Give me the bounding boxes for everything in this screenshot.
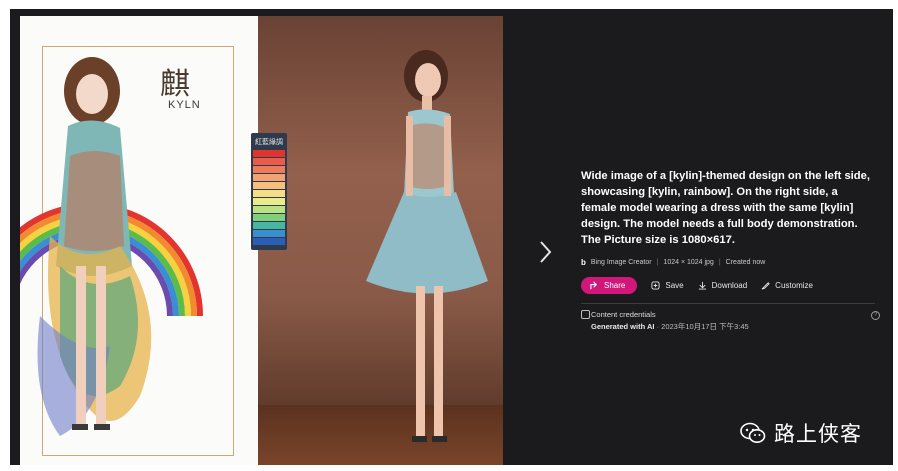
customize-icon: [761, 282, 770, 290]
save-button[interactable]: Save: [651, 281, 684, 290]
color-swatch: [253, 238, 285, 245]
wechat-icon: [740, 422, 766, 443]
color-swatch: [253, 174, 285, 181]
kylin-kanji: 麒: [160, 67, 190, 102]
help-icon[interactable]: ?: [871, 311, 880, 320]
image-details-panel: Wide image of a [kylin]-themed design on…: [581, 168, 881, 334]
watermark: 路上侠客: [740, 418, 862, 448]
credentials-timestamp: 2023年10月17日 下午3:45: [661, 322, 749, 331]
chevron-right-icon[interactable]: [534, 237, 556, 267]
generated-label: Generated with AI: [591, 322, 655, 331]
customize-label: Customize: [775, 281, 813, 290]
color-swatch-panel: 紅藍綠調: [251, 133, 287, 250]
model-illustration: [366, 50, 488, 442]
share-button[interactable]: Share: [581, 277, 638, 294]
save-icon: [651, 281, 660, 290]
rainbow-illustration: [20, 57, 203, 436]
download-button[interactable]: Download: [698, 281, 748, 290]
divider: [581, 303, 875, 304]
credentials-title: Content credentials: [591, 310, 656, 319]
bing-logo-icon: b: [581, 258, 586, 267]
color-swatch: [253, 182, 285, 189]
customize-button[interactable]: Customize: [761, 281, 813, 290]
meta-separator: |: [718, 259, 721, 266]
creator-name: Bing Image Creator: [590, 259, 652, 266]
credentials-icon: [581, 310, 590, 319]
save-label: Save: [665, 281, 684, 290]
color-swatch: [253, 150, 285, 157]
download-label: Download: [711, 281, 748, 290]
image-meta: b Bing Image Creator | 1024 × 1024 jpg |…: [581, 258, 881, 267]
color-swatch: [253, 158, 285, 165]
credentials-detail: Generated with AI · 2023年10月17日 下午3:45: [591, 321, 749, 332]
credentials-separator: ·: [656, 322, 660, 331]
kylin-design-panel: 麒 KYLN: [20, 16, 258, 465]
color-swatch: [253, 222, 285, 229]
action-bar: Share Save Download Customize: [581, 277, 881, 294]
image-viewer: 麒 KYLN 紅藍綠調 Wide image of a [kylin]-them…: [10, 9, 893, 465]
image-size: 1024 × 1024 jpg: [663, 259, 714, 266]
meta-separator: |: [656, 259, 659, 266]
download-icon: [698, 281, 706, 290]
created-time: Created now: [725, 259, 766, 266]
content-credentials: Content credentials Generated with AI · …: [581, 310, 881, 334]
color-swatch: [253, 230, 285, 237]
model-panel: [258, 16, 503, 465]
prompt-text: Wide image of a [kylin]-themed design on…: [581, 170, 870, 246]
generated-image[interactable]: 麒 KYLN 紅藍綠調: [20, 16, 503, 465]
watermark-text: 路上侠客: [774, 422, 862, 446]
share-label: Share: [604, 281, 626, 290]
color-swatch: [253, 166, 285, 173]
color-swatch: [253, 214, 285, 221]
swatch-title: 紅藍綠調: [255, 139, 283, 146]
color-swatch: [253, 206, 285, 213]
share-icon: [590, 281, 598, 290]
color-swatch: [253, 190, 285, 197]
color-swatch: [253, 198, 285, 205]
kylin-label: KYLN: [168, 99, 201, 111]
